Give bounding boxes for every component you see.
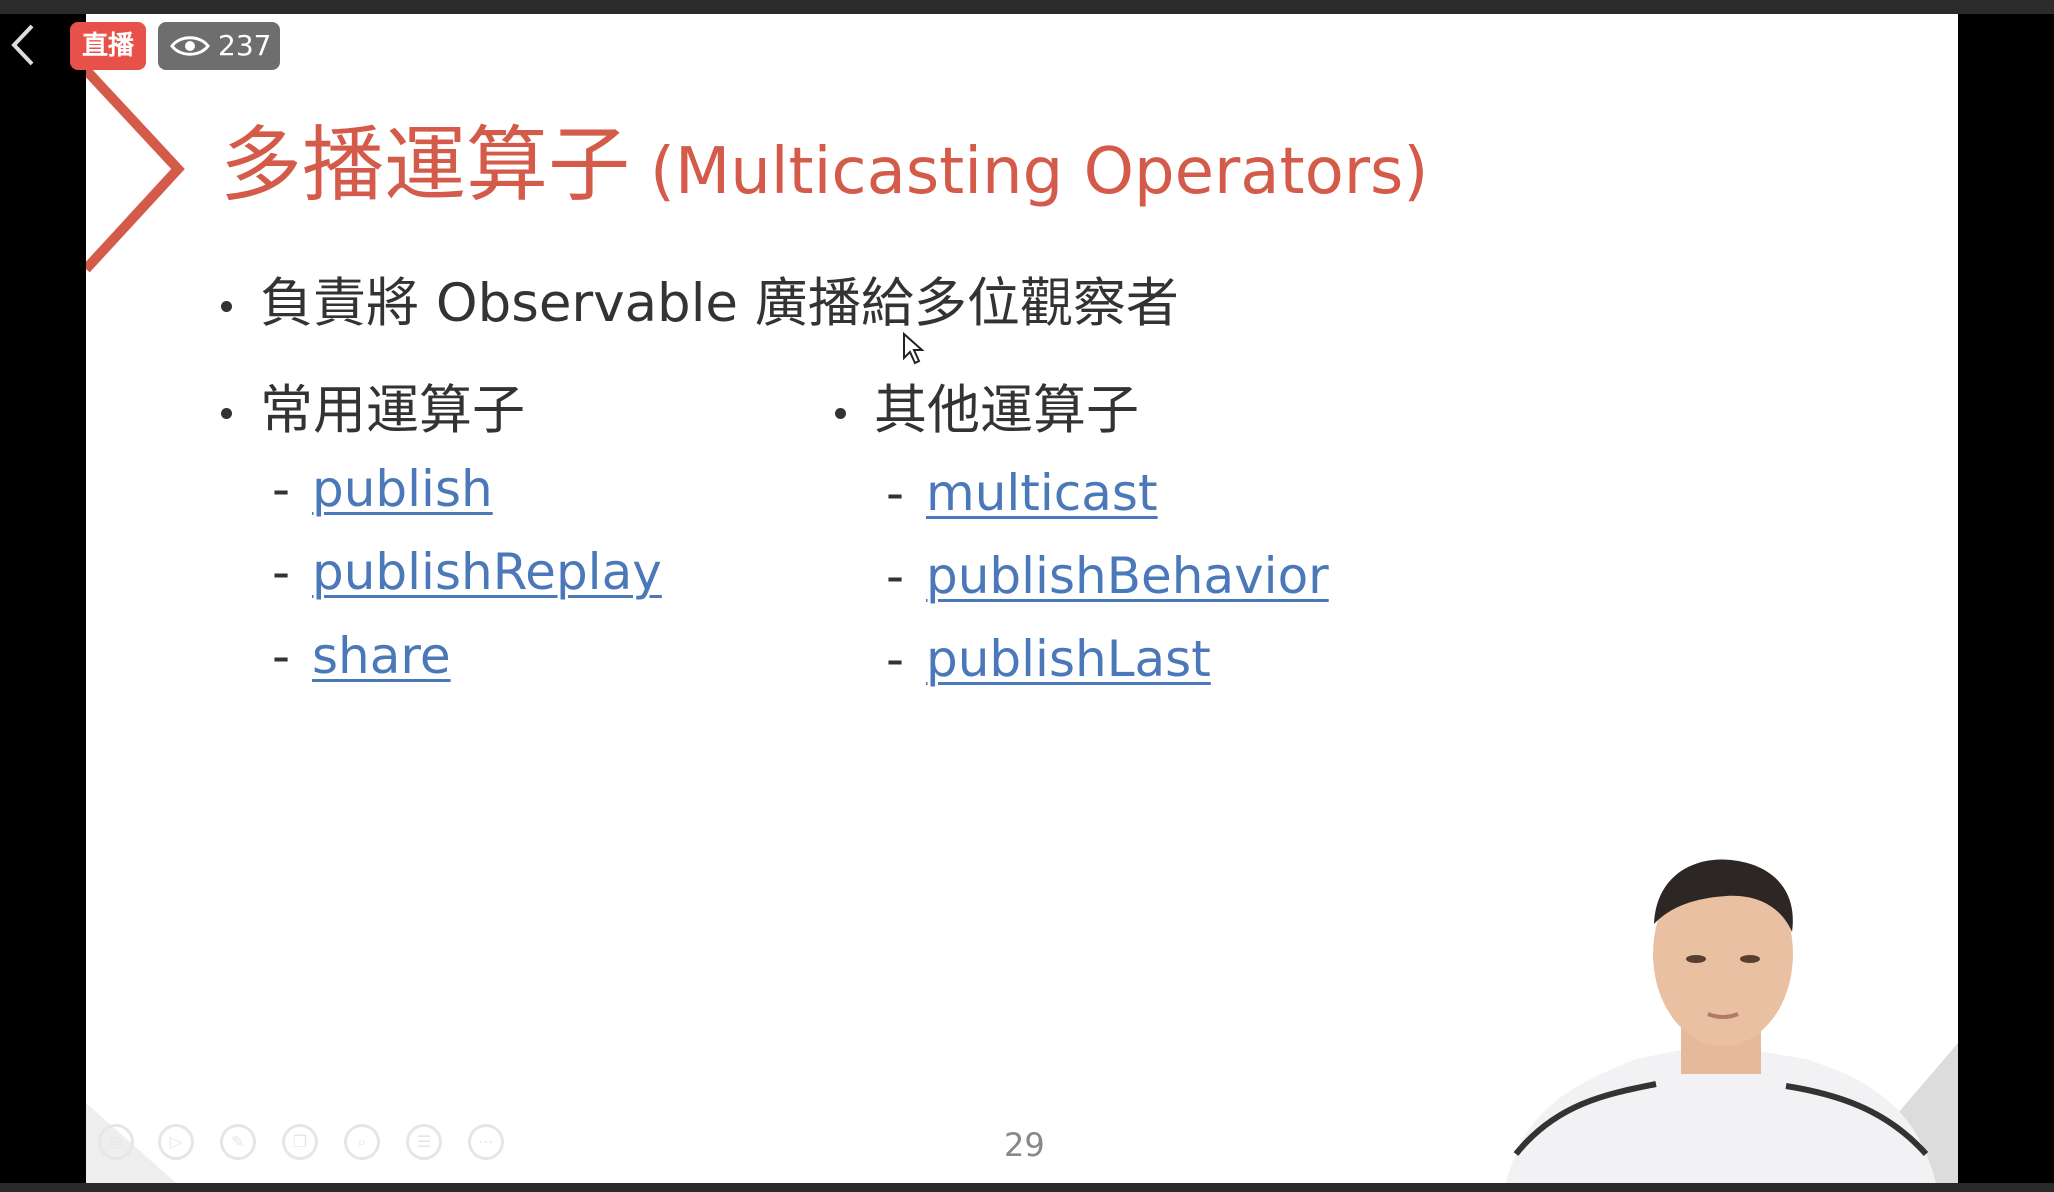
presenter-video [1506, 859, 1936, 1183]
bullet-dot [214, 294, 238, 318]
link-publishBehavior[interactable]: publishBehavior [926, 547, 1329, 605]
dash: - [886, 547, 905, 605]
cursor-icon [903, 332, 925, 365]
menu-icon[interactable]: ☰ [406, 1124, 442, 1160]
dash: - [272, 460, 291, 518]
laser-button[interactable]: ◎ [98, 1124, 134, 1160]
list-item: - publishBehavior [886, 547, 1329, 605]
copy-icon[interactable]: ❐ [282, 1124, 318, 1160]
dash: - [886, 464, 905, 522]
bullet-common-operators: 常用運算子 [214, 368, 525, 444]
slide-title-zh: 多播運算子 [220, 118, 631, 213]
page-number: 29 [1004, 1126, 1045, 1164]
dash: - [272, 543, 291, 601]
slide-title: 多播運算子 (Multicasting Operators) [220, 98, 1428, 217]
viewer-count-badge: 237 [158, 22, 280, 70]
link-share[interactable]: share [312, 627, 451, 685]
chevron-decoration [86, 66, 185, 273]
live-badge: 直播 [70, 22, 146, 70]
link-publishReplay[interactable]: publishReplay [312, 543, 662, 601]
zoom-icon[interactable]: ⌕ [344, 1124, 380, 1160]
list-item: - publish [272, 460, 493, 518]
top-bar [0, 0, 2054, 14]
slide-title-en: (Multicasting Operators) [650, 135, 1429, 209]
play-icon[interactable]: ▷ [158, 1124, 194, 1160]
list-item: - share [272, 627, 451, 685]
dash: - [272, 627, 291, 685]
list-item: - multicast [886, 464, 1158, 522]
bullet-other-operators: 其他運算子 [828, 368, 1139, 444]
bullet-dot [214, 401, 238, 425]
link-publish[interactable]: publish [312, 460, 493, 518]
more-icon[interactable]: ⋯ [468, 1124, 504, 1160]
bullet-description: 負責將 Observable 廣播給多位觀察者 [214, 261, 1179, 337]
list-item: - publishLast [886, 630, 1211, 688]
bottom-bar [0, 1183, 2054, 1192]
bullet-other-text: 其他運算子 [874, 380, 1139, 441]
list-item: - publishReplay [272, 543, 662, 601]
eye-icon [170, 36, 210, 56]
pen-icon[interactable]: ✎ [220, 1124, 256, 1160]
presentation-slide: 多播運算子 (Multicasting Operators) 負責將 Observ… [86, 14, 1958, 1183]
bullet-description-text: 負責將 Observable 廣播給多位觀察者 [260, 273, 1179, 334]
back-arrow-icon[interactable] [6, 20, 46, 70]
link-multicast[interactable]: multicast [926, 464, 1158, 522]
dash: - [886, 630, 905, 688]
bullet-dot [828, 401, 852, 425]
bullet-common-text: 常用運算子 [260, 380, 525, 441]
viewer-count: 237 [218, 29, 272, 62]
link-publishLast[interactable]: publishLast [926, 630, 1211, 688]
